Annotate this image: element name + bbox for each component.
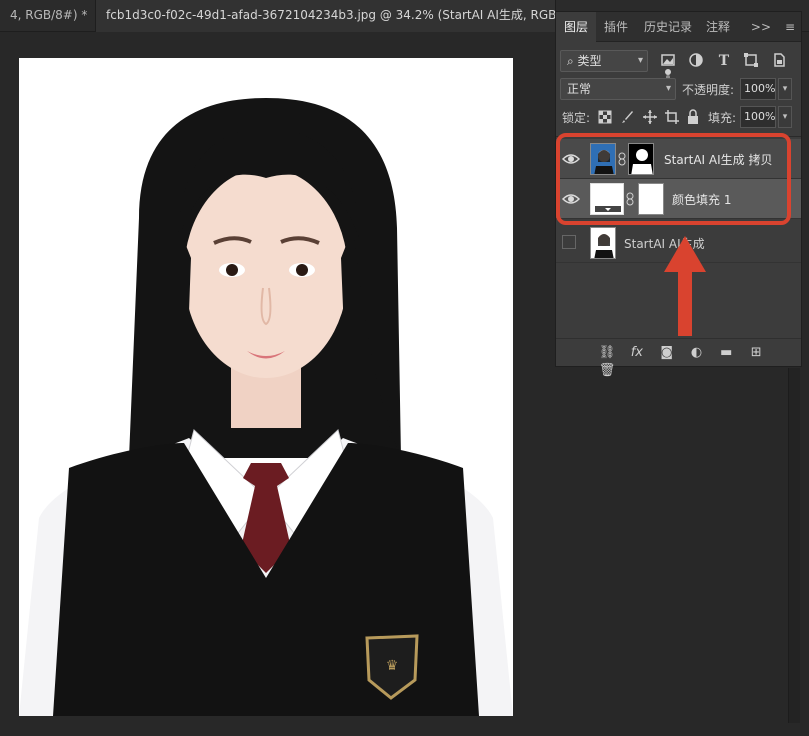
lock-brush-icon[interactable] [620, 110, 634, 124]
trash-icon[interactable]: 🗑 [598, 362, 616, 380]
fx-icon[interactable]: fx [628, 344, 646, 362]
document-tab-1-label: 4, RGB/8#) * [10, 8, 88, 22]
panel-menu-icon[interactable]: ≡ [785, 12, 795, 42]
tab-plugins[interactable]: 插件 [596, 12, 636, 42]
layer-kind-value: 类型 [577, 54, 602, 68]
opacity-label: 不透明度: [682, 83, 735, 97]
lock-artboard-icon[interactable] [664, 109, 680, 125]
new-layer-icon[interactable]: ⊞ [747, 344, 765, 362]
highlight-box [556, 133, 791, 225]
panel-expand-icon[interactable]: >> [751, 12, 771, 42]
chevron-down-icon: ▾ [637, 55, 643, 66]
fill-label: 填充: [708, 111, 737, 125]
adjustment-layer-icon[interactable]: ◐ [687, 344, 705, 362]
tab-history[interactable]: 历史记录 [636, 12, 700, 42]
lock-row: 锁定: 填充: 100% ▾ [556, 106, 801, 130]
lock-move-icon[interactable] [642, 109, 658, 125]
layer-thumbnail [590, 227, 616, 259]
type-filter-icon[interactable]: T [716, 52, 732, 68]
portrait-image: ♛ [19, 58, 513, 716]
tab-notes[interactable]: 注释 [698, 12, 738, 42]
opacity-input[interactable]: 100% [740, 78, 776, 100]
search-icon: ⌕ [567, 54, 578, 68]
chevron-down-icon: ▾ [665, 83, 671, 94]
svg-text:♛: ♛ [386, 658, 399, 674]
scrollbar[interactable] [788, 368, 800, 723]
pixel-filter-icon[interactable] [660, 52, 676, 68]
visibility-toggle[interactable] [562, 235, 576, 249]
fill-input[interactable]: 100% [740, 106, 776, 128]
blend-mode-value: 正常 [567, 82, 592, 96]
layer-kind-select[interactable]: ⌕ 类型 ▾ [560, 50, 648, 72]
smart-object-filter-icon[interactable] [771, 52, 787, 68]
add-mask-icon[interactable]: ◙ [658, 344, 676, 362]
footer-icons: ⛓ fx ◙ ◐ ▬ ⊞ 🗑 [598, 344, 801, 380]
lock-label: 锁定: [562, 111, 591, 125]
panel-footer: ⛓ fx ◙ ◐ ▬ ⊞ 🗑 [556, 338, 801, 378]
lock-transparent-icon[interactable] [598, 110, 612, 124]
document-tab-2-label: fcb1d3c0-f02c-49d1-afad-3672104234b3.jpg… [106, 8, 556, 22]
svg-text:T: T [718, 53, 729, 68]
folder-icon[interactable]: ▬ [717, 344, 735, 362]
fill-dropdown-icon[interactable]: ▾ [778, 106, 792, 128]
panel-tabbar: 图层 插件 历史记录 注释 >> ≡ [556, 12, 801, 42]
lock-all-icon[interactable] [686, 109, 700, 125]
shape-filter-icon[interactable] [743, 52, 759, 68]
blend-row: 正常 ▾ 不透明度: 100% ▾ [556, 78, 801, 102]
link-layers-icon[interactable]: ⛓ [598, 344, 616, 362]
blend-mode-select[interactable]: 正常 ▾ [560, 78, 676, 100]
document-tab-2[interactable]: fcb1d3c0-f02c-49d1-afad-3672104234b3.jpg… [96, 0, 556, 32]
adjustment-filter-icon[interactable] [688, 52, 704, 68]
layer-filter-row: ⌕ 类型 ▾ T [556, 50, 801, 83]
opacity-dropdown-icon[interactable]: ▾ [778, 78, 792, 100]
tab-layers[interactable]: 图层 [556, 12, 596, 42]
document-tab-1[interactable]: 4, RGB/8#) * [0, 0, 96, 32]
document-photo[interactable]: ♛ [19, 58, 513, 716]
annotation-arrow [664, 236, 706, 336]
